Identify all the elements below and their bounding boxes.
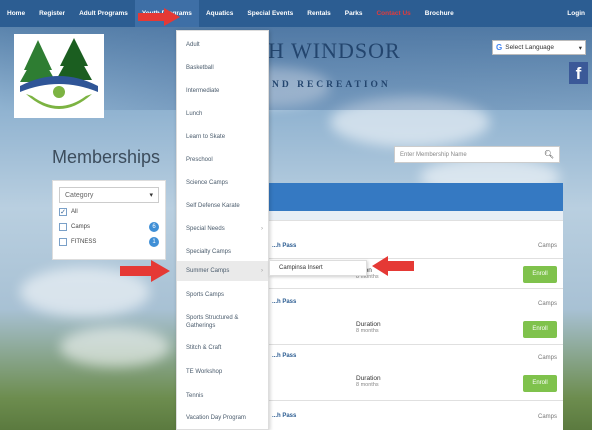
language-label: Select Language <box>505 44 555 51</box>
row-category: Camps <box>537 355 557 361</box>
row-title[interactable]: ...h Pass <box>272 243 296 249</box>
enroll-button[interactable]: Enroll <box>523 321 557 338</box>
menu-item-lunch[interactable]: Lunch <box>177 104 268 124</box>
menu-item-preschool[interactable]: Preschool <box>177 150 268 170</box>
arrow-right-icon <box>120 260 170 282</box>
youth-programs-dropdown: Adult Basketball Intermediate Lunch Lear… <box>176 30 269 430</box>
row-category: Camps <box>537 301 557 307</box>
search-input[interactable]: Enter Membership Name 🔍︎ <box>394 146 560 163</box>
row-duration: Duration 8 months <box>356 321 381 334</box>
enroll-button[interactable]: Enroll <box>523 266 557 283</box>
nav-adult-programs[interactable]: Adult Programs <box>72 0 135 27</box>
nav-brochure[interactable]: Brochure <box>418 0 461 27</box>
menu-item-label: Summer Camps <box>186 268 230 274</box>
filter-option-label: FITNESS <box>71 238 97 245</box>
arrow-right-icon <box>138 8 180 26</box>
row-duration: Duration 8 months <box>356 375 381 388</box>
facebook-icon[interactable]: f <box>569 62 588 84</box>
menu-item-label: Special Needs <box>186 226 225 232</box>
row-title[interactable]: ...h Pass <box>272 413 296 419</box>
row-title[interactable]: ...h Pass <box>272 299 296 305</box>
count-badge: 1 <box>149 236 159 247</box>
menu-item-learn-to-skate[interactable]: Learn to Skate <box>177 127 268 147</box>
nav-home[interactable]: Home <box>0 0 32 27</box>
search-placeholder: Enter Membership Name <box>400 151 467 158</box>
checkbox-checked[interactable]: ✓ <box>59 207 67 216</box>
menu-item-intermediate[interactable]: Intermediate <box>177 81 268 101</box>
menu-item-sports-structured[interactable]: Sports Structured & Gatherings <box>177 309 268 337</box>
menu-item-te-workshop[interactable]: TE Workshop <box>177 362 268 382</box>
site-title: H WINDSOR <box>268 38 401 63</box>
menu-item-stitch-craft[interactable]: Stitch & Craft <box>177 338 268 358</box>
menu-item-special-needs[interactable]: Special Needs › <box>177 219 268 239</box>
town-logo[interactable] <box>14 34 104 118</box>
menu-item-vacation-day[interactable]: Vacation Day Program <box>177 408 268 428</box>
google-icon: G <box>496 43 503 52</box>
chevron-down-icon: ▾ <box>149 192 153 199</box>
filter-option-label: All <box>71 208 78 215</box>
menu-item-specialty-camps[interactable]: Specialty Camps <box>177 242 268 262</box>
menu-item-basketball[interactable]: Basketball <box>177 58 268 78</box>
duration-label: Duration <box>356 321 381 328</box>
duration-value: 8 months <box>356 328 379 334</box>
row-title[interactable]: ...h Pass <box>272 353 296 359</box>
caret-down-icon: ▾ <box>578 44 582 52</box>
nav-special-events[interactable]: Special Events <box>240 0 300 27</box>
filter-option-fitness[interactable]: FITNESS 1 <box>59 235 159 248</box>
page-title: Memberships <box>52 147 161 167</box>
checkbox[interactable] <box>59 237 67 246</box>
enroll-button[interactable]: Enroll <box>523 375 557 392</box>
nav-aquatics[interactable]: Aquatics <box>199 0 240 27</box>
nav-rentals[interactable]: Rentals <box>300 0 337 27</box>
category-dropdown[interactable]: Category ▾ <box>59 187 159 203</box>
category-label: Category <box>65 191 94 199</box>
filter-option-label: Camps <box>71 223 91 230</box>
language-select[interactable]: G Select Language ▾ <box>492 40 586 55</box>
tree-logo-icon <box>16 36 102 116</box>
nav-contact-us[interactable]: Contact Us <box>369 0 417 27</box>
filter-option-all[interactable]: ✓ All <box>59 205 159 218</box>
menu-item-tennis[interactable]: Tennis <box>177 386 268 406</box>
search-icon[interactable]: 🔍︎ <box>544 150 559 159</box>
duration-value: 8 months <box>356 382 379 388</box>
filter-option-camps[interactable]: Camps 6 <box>59 220 159 233</box>
menu-item-adult[interactable]: Adult <box>177 35 268 55</box>
nav-register[interactable]: Register <box>32 0 72 27</box>
menu-item-self-defense[interactable]: Self Defense Karate <box>177 196 268 216</box>
chevron-right-icon: › <box>261 226 263 232</box>
submenu-item[interactable]: Campinsa Insert <box>269 260 367 276</box>
menu-item-summer-camps[interactable]: Summer Camps › <box>177 261 268 281</box>
top-nav: Home Register Adult Programs Youth Progr… <box>0 0 592 27</box>
menu-item-sports-camps[interactable]: Sports Camps <box>177 285 268 305</box>
category-filter: Category ▾ ✓ All Camps 6 FITNESS 1 <box>52 180 166 260</box>
arrow-left-icon <box>372 256 414 276</box>
duration-label: Duration <box>356 375 381 382</box>
nav-parks[interactable]: Parks <box>338 0 370 27</box>
menu-item-science-camps[interactable]: Science Camps <box>177 173 268 193</box>
site-subtitle: ND RECREATION <box>272 80 391 90</box>
nav-login[interactable]: Login <box>560 0 592 27</box>
count-badge: 6 <box>149 221 159 232</box>
row-category: Camps <box>537 414 557 420</box>
row-category: Camps <box>537 243 557 249</box>
chevron-right-icon: › <box>261 268 263 274</box>
checkbox[interactable] <box>59 222 67 231</box>
